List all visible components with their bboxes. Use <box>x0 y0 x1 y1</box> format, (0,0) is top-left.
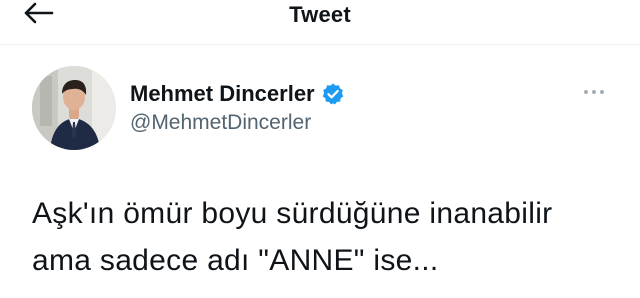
author-handle[interactable]: @MehmetDincerler <box>130 111 311 135</box>
author-name-row[interactable]: Mehmet Dincerler <box>130 80 345 108</box>
tweet-text-line: ama sadece adı "ANNE" ise... <box>32 244 439 277</box>
tweet-text-line: Aşk'ın ömür boyu sürdüğüne inanabilir <box>32 197 553 230</box>
avatar[interactable] <box>32 66 116 150</box>
more-options-icon <box>584 90 604 94</box>
more-options-button[interactable] <box>578 84 610 100</box>
tweet-text: Aşk'ın ömür boyu sürdüğüne inanabilir am… <box>32 190 622 284</box>
page-title: Tweet <box>289 2 351 27</box>
author-display-name: Mehmet Dincerler <box>130 81 315 106</box>
avatar-image <box>32 66 116 150</box>
verified-badge-icon <box>321 82 345 106</box>
top-bar: Tweet <box>0 0 640 40</box>
header-divider <box>0 44 640 45</box>
